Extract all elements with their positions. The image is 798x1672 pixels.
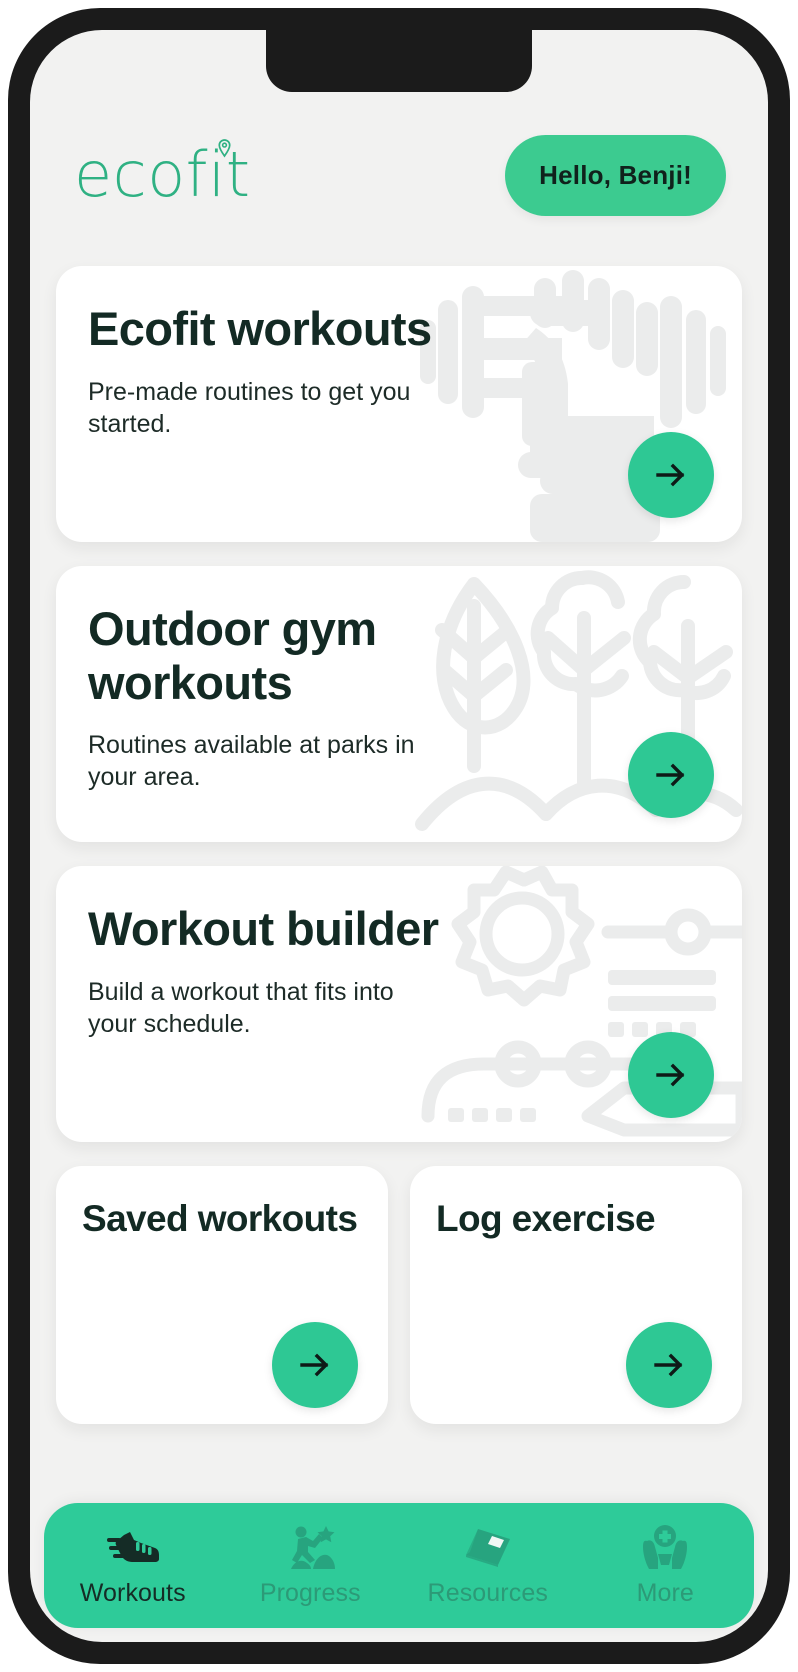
card-arrow-button[interactable] xyxy=(628,432,714,518)
card-arrow-button[interactable] xyxy=(628,1032,714,1118)
nav-item-progress[interactable]: Progress xyxy=(222,1503,400,1628)
running-shoe-icon xyxy=(106,1524,159,1570)
arrow-right-icon xyxy=(656,1063,685,1087)
card-body: Saved workouts xyxy=(56,1166,388,1241)
card-ecofit-workouts[interactable]: Ecofit workouts Pre-made routines to get… xyxy=(56,266,742,542)
card-list: Ecofit workouts Pre-made routines to get… xyxy=(30,266,768,1448)
book-icon xyxy=(464,1524,512,1570)
greeting-button[interactable]: Hello, Benji! xyxy=(505,134,726,216)
card-arrow-button[interactable] xyxy=(628,732,714,818)
phone-frame: ecofit Hello, Benji! Ecofit workouts Pre… xyxy=(8,8,790,1664)
card-title: Ecofit workouts xyxy=(88,302,432,355)
card-saved-workouts[interactable]: Saved workouts xyxy=(56,1166,388,1424)
hands-plus-icon xyxy=(641,1524,689,1570)
nav-item-resources[interactable]: Resources xyxy=(399,1503,577,1628)
location-pin-icon xyxy=(218,139,231,158)
nav-label: Progress xyxy=(259,1578,361,1607)
card-title: Workout builder xyxy=(88,902,439,955)
card-log-exercise[interactable]: Log exercise xyxy=(410,1166,742,1424)
card-title: Saved workouts xyxy=(82,1198,358,1239)
card-body: Workout builder Build a workout that fit… xyxy=(56,866,742,1040)
arrow-right-icon xyxy=(654,1353,683,1377)
bottom-navigation: Workouts Progress Resources More xyxy=(44,1503,754,1628)
nav-item-workouts[interactable]: Workouts xyxy=(44,1503,222,1628)
phone-screen: ecofit Hello, Benji! Ecofit workouts Pre… xyxy=(30,30,768,1642)
quick-action-row: Saved workouts Log exercise xyxy=(56,1166,742,1448)
card-body: Log exercise xyxy=(410,1166,742,1241)
nav-label: More xyxy=(636,1578,694,1607)
nav-item-more[interactable]: More xyxy=(577,1503,755,1628)
app-logo: ecofit xyxy=(74,139,251,206)
app-header: ecofit Hello, Benji! xyxy=(30,116,768,234)
card-arrow-button[interactable] xyxy=(626,1322,712,1408)
card-arrow-button[interactable] xyxy=(272,1322,358,1408)
card-subtitle: Routines available at parks in your area… xyxy=(88,731,415,792)
nav-label: Resources xyxy=(427,1578,548,1607)
nav-label: Workouts xyxy=(79,1578,186,1607)
card-outdoor-gym-workouts[interactable]: Outdoor gym workouts Routines available … xyxy=(56,566,742,842)
card-subtitle: Pre-made routines to get you started. xyxy=(88,377,411,438)
card-title: Log exercise xyxy=(436,1198,656,1239)
card-workout-builder[interactable]: Workout builder Build a workout that fit… xyxy=(56,866,742,1142)
climbing-star-icon xyxy=(285,1524,336,1570)
card-subtitle: Build a workout that fits into your sche… xyxy=(88,977,394,1038)
phone-notch xyxy=(266,30,532,92)
card-body: Ecofit workouts Pre-made routines to get… xyxy=(56,266,742,440)
arrow-right-icon xyxy=(300,1353,329,1377)
arrow-right-icon xyxy=(656,763,685,787)
card-title: Outdoor gym workouts xyxy=(88,602,377,709)
arrow-right-icon xyxy=(656,463,685,487)
